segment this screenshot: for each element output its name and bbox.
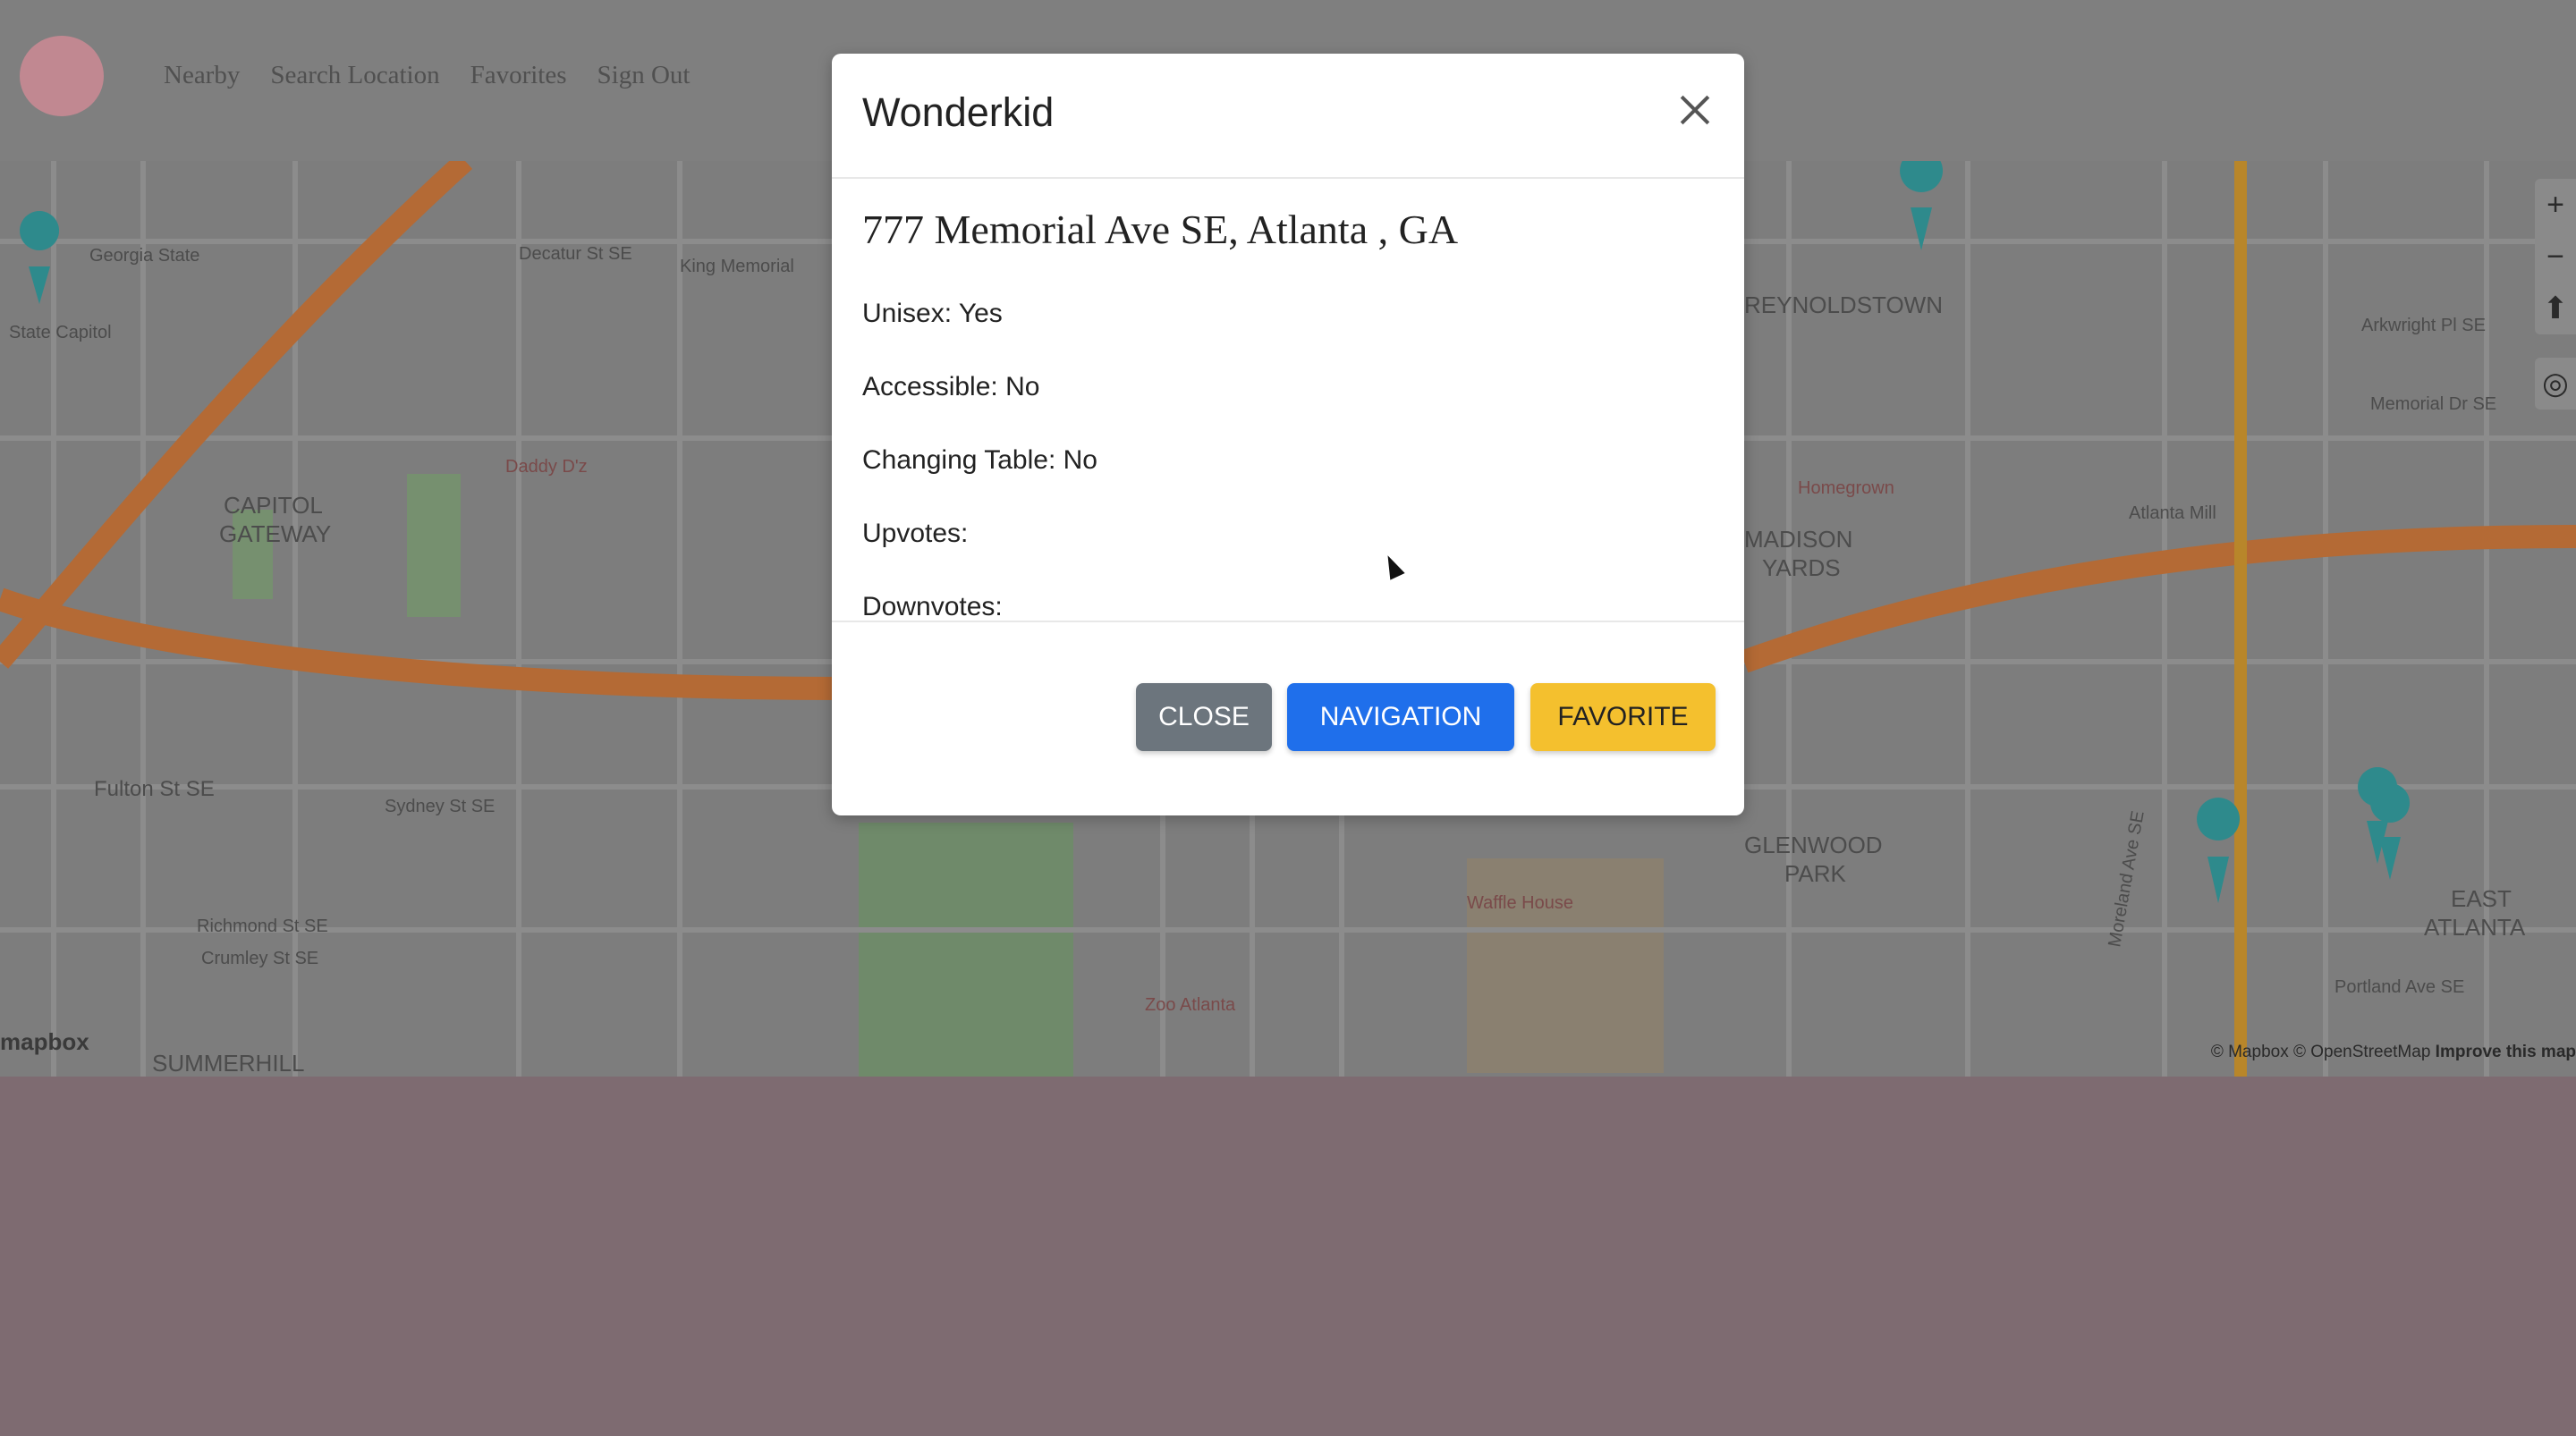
map-label: Arkwright Pl SE — [2361, 316, 2486, 335]
zoom-controls: + − ⬆ — [2535, 179, 2576, 334]
map-label: Fulton St SE — [94, 777, 215, 801]
map-label: GATEWAY — [219, 520, 331, 547]
map-label: YARDS — [1762, 554, 1841, 581]
bottom-panel — [0, 1077, 2576, 1436]
map-attribution: © Mapbox © OpenStreetMap Improve this ma… — [2211, 1043, 2576, 1062]
map-label: REYNOLDSTOWN — [1744, 291, 1943, 318]
nav-link-search-location[interactable]: Search Location — [270, 61, 439, 90]
map-label: Memorial Dr SE — [2370, 394, 2496, 414]
close-icon[interactable] — [1673, 88, 1717, 132]
attribution-text: © Mapbox © OpenStreetMap — [2210, 1043, 2431, 1061]
nav-link-favorites[interactable]: Favorites — [470, 61, 567, 90]
map-label: GLENWOOD — [1744, 832, 1883, 858]
compass-button[interactable]: ⬆ — [2535, 283, 2576, 334]
modal-title: Wonderkid — [862, 89, 1055, 135]
map-label: ATLANTA — [2424, 914, 2526, 941]
map-label: King Memorial — [680, 257, 794, 276]
map-label: PARK — [1784, 860, 1847, 887]
favorite-button[interactable]: FAVORITE — [1530, 683, 1716, 751]
nav-link-sign-out[interactable]: Sign Out — [597, 61, 691, 90]
map-label: State Capitol — [9, 323, 112, 342]
map-label: Homegrown — [1798, 478, 1894, 498]
map-label: Richmond St SE — [197, 917, 328, 936]
downvotes-field: Downvotes: — [862, 592, 1003, 621]
unisex-field: Unisex: Yes — [862, 299, 1003, 328]
modal-header: Wonderkid — [832, 54, 1744, 179]
improve-map-link[interactable]: Improve this map — [2436, 1043, 2576, 1061]
map-label: Atlanta Mill — [2129, 503, 2216, 523]
accessible-field: Accessible: No — [862, 372, 1040, 401]
map-label: Decatur St SE — [519, 244, 632, 264]
navigation-button[interactable]: NAVIGATION — [1287, 683, 1514, 751]
map-label: CAPITOL — [224, 492, 323, 519]
map-label: Waffle House — [1467, 893, 1573, 913]
geolocate-control: ◎ — [2535, 358, 2576, 410]
nav-links: Nearby Search Location Favorites Sign Ou… — [164, 61, 690, 90]
map-label: MADISON — [1744, 526, 1852, 553]
nav-link-nearby[interactable]: Nearby — [164, 61, 240, 90]
map-label: Daddy D'z — [505, 457, 588, 477]
changing-table-field: Changing Table: No — [862, 445, 1097, 475]
map-label: Crumley St SE — [201, 949, 318, 968]
park-area — [1467, 858, 1664, 1073]
geolocate-icon[interactable]: ◎ — [2535, 358, 2576, 410]
location-pin — [2197, 798, 2241, 903]
map-label: SUMMERHILL — [152, 1050, 304, 1077]
mapbox-logo[interactable]: mapbox — [0, 1028, 89, 1056]
zoom-out-button[interactable]: − — [2535, 231, 2576, 283]
location-address: 777 Memorial Ave SE, Atlanta , GA — [862, 207, 1459, 252]
map-label: Georgia State — [89, 246, 199, 266]
close-button[interactable]: CLOSE — [1136, 683, 1272, 751]
app-logo[interactable] — [20, 36, 104, 116]
modal-footer: CLOSE NAVIGATION FAVORITE — [832, 621, 1744, 815]
map-label: Zoo Atlanta — [1145, 995, 1236, 1015]
upvotes-field: Upvotes: — [862, 519, 969, 548]
location-pin — [1900, 161, 1944, 250]
map-label: Portland Ave SE — [2334, 977, 2464, 997]
park-area — [859, 823, 1073, 1077]
modal-body: 777 Memorial Ave SE, Atlanta , GA Unisex… — [832, 179, 1744, 622]
park-area — [407, 474, 461, 617]
map-label: EAST — [2451, 885, 2512, 912]
zoom-in-button[interactable]: + — [2535, 179, 2576, 231]
location-details-modal: Wonderkid 777 Memorial Ave SE, Atlanta ,… — [832, 54, 1744, 815]
map-label: Sydney St SE — [385, 797, 495, 816]
